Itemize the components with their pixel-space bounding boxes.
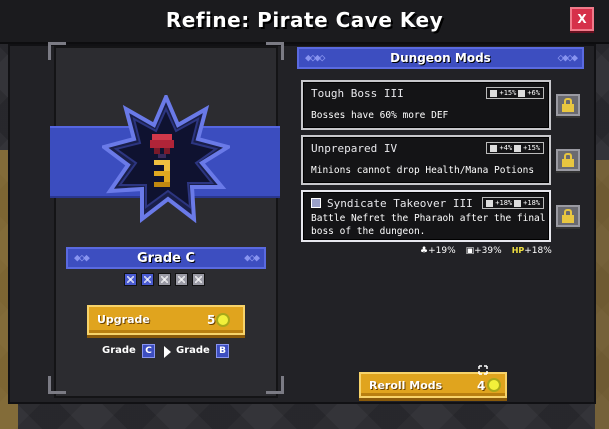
title-bar: Refine: Pirate Cave Key X bbox=[0, 0, 609, 44]
corner-ornament bbox=[48, 42, 66, 60]
mod-stats: +4% +15% bbox=[486, 142, 544, 154]
grade-banner: ◆◇◆ Grade C ◆◇◆ bbox=[66, 247, 266, 269]
mod-stat: +18% bbox=[523, 199, 540, 207]
mod-name: Syndicate Takeover III bbox=[327, 197, 473, 210]
reroll-cost: 4 bbox=[477, 379, 486, 393]
corner-ornament bbox=[266, 42, 284, 60]
lock-icon-body bbox=[562, 159, 574, 167]
cursor-icon bbox=[478, 365, 488, 375]
mod-name: Tough Boss III bbox=[311, 87, 404, 100]
mod-stat: +6% bbox=[527, 89, 540, 97]
mod-stat: +15% bbox=[523, 144, 540, 152]
loot-icon bbox=[490, 144, 498, 152]
grade-title: Grade C bbox=[136, 250, 196, 266]
corner-ornament bbox=[48, 376, 66, 394]
background-edge-right bbox=[595, 160, 609, 429]
ornament-icon: ◆◇◆ bbox=[74, 251, 90, 264]
window-title: Refine: Pirate Cave Key bbox=[165, 8, 444, 32]
mod-stats: +15% +6% bbox=[486, 87, 544, 99]
grade-pip-filled bbox=[141, 273, 154, 286]
lock-mod-button[interactable] bbox=[556, 205, 580, 227]
current-grade-label: Grade bbox=[102, 345, 136, 356]
xp-icon bbox=[518, 89, 526, 97]
current-grade-badge: C bbox=[142, 344, 155, 358]
lock-mod-button[interactable] bbox=[556, 94, 580, 116]
upgrade-label: Upgrade bbox=[97, 313, 150, 326]
mod-stat: +18% bbox=[495, 199, 513, 207]
upgrade-button[interactable]: Upgrade 5 bbox=[87, 305, 245, 335]
upgrade-cost: 5 bbox=[207, 313, 216, 327]
mod-description: boss of the dungeon. bbox=[311, 226, 426, 237]
mod-stat: +4% bbox=[499, 144, 513, 152]
coin-icon bbox=[487, 378, 501, 392]
syndicate-icon bbox=[311, 198, 321, 208]
loot-icon bbox=[486, 199, 494, 207]
mod-stats: +18% +18% bbox=[482, 197, 544, 209]
lock-mod-button[interactable] bbox=[556, 149, 580, 171]
mod-card[interactable]: Unprepared IV +4% +15% Minions cannot dr… bbox=[301, 135, 551, 185]
grade-pip-empty bbox=[192, 273, 205, 286]
next-grade-label: Grade bbox=[176, 345, 210, 356]
pirate-cave-key-icon bbox=[150, 134, 174, 187]
xp-icon bbox=[514, 144, 522, 152]
ornament-icon: ◇◆◇◆ bbox=[557, 51, 578, 64]
next-grade-badge: B bbox=[216, 344, 229, 358]
hp-icon bbox=[514, 199, 522, 207]
grade-pip-filled bbox=[124, 273, 137, 286]
total-xp: ▣+39% bbox=[465, 246, 502, 256]
mod-totals: ♣+19% ▣+39% HP+18% bbox=[420, 246, 552, 256]
loot-icon bbox=[490, 89, 498, 97]
mod-description: Minions cannot drop Health/Mana Potions bbox=[311, 165, 535, 176]
grade-pip-empty bbox=[158, 273, 171, 286]
arrow-right-icon bbox=[164, 346, 171, 358]
hp-label: HP bbox=[511, 246, 525, 255]
mod-description: Bosses have 60% more DEF bbox=[311, 110, 449, 121]
mod-card[interactable]: Tough Boss III +15% +6% Bosses have 60% … bbox=[301, 80, 551, 130]
dungeon-mods-header: ◆◇◆◇ Dungeon Mods ◇◆◇◆ bbox=[297, 47, 584, 69]
total-loot: ♣+19% bbox=[420, 246, 456, 256]
lock-icon-body bbox=[562, 104, 574, 112]
close-button[interactable]: X bbox=[570, 7, 594, 31]
mod-name: Unprepared IV bbox=[311, 142, 398, 155]
ornament-icon: ◆◇◆ bbox=[244, 251, 260, 264]
coin-icon bbox=[216, 313, 230, 327]
grade-pips bbox=[124, 273, 205, 286]
mod-card[interactable]: Syndicate Takeover III +18% +18% Battle … bbox=[301, 190, 551, 242]
lock-icon-body bbox=[562, 215, 574, 223]
reroll-label: Reroll Mods bbox=[369, 379, 443, 392]
total-hp: HP+18% bbox=[511, 246, 552, 256]
mod-stat: +15% bbox=[499, 89, 517, 97]
grade-pip-empty bbox=[175, 273, 188, 286]
dungeon-mods-title: Dungeon Mods bbox=[390, 51, 491, 65]
grade-change: Grade C Grade B bbox=[102, 344, 242, 360]
mod-description: Battle Nefret the Pharaoh after the fina… bbox=[311, 213, 546, 224]
corner-ornament bbox=[266, 376, 284, 394]
